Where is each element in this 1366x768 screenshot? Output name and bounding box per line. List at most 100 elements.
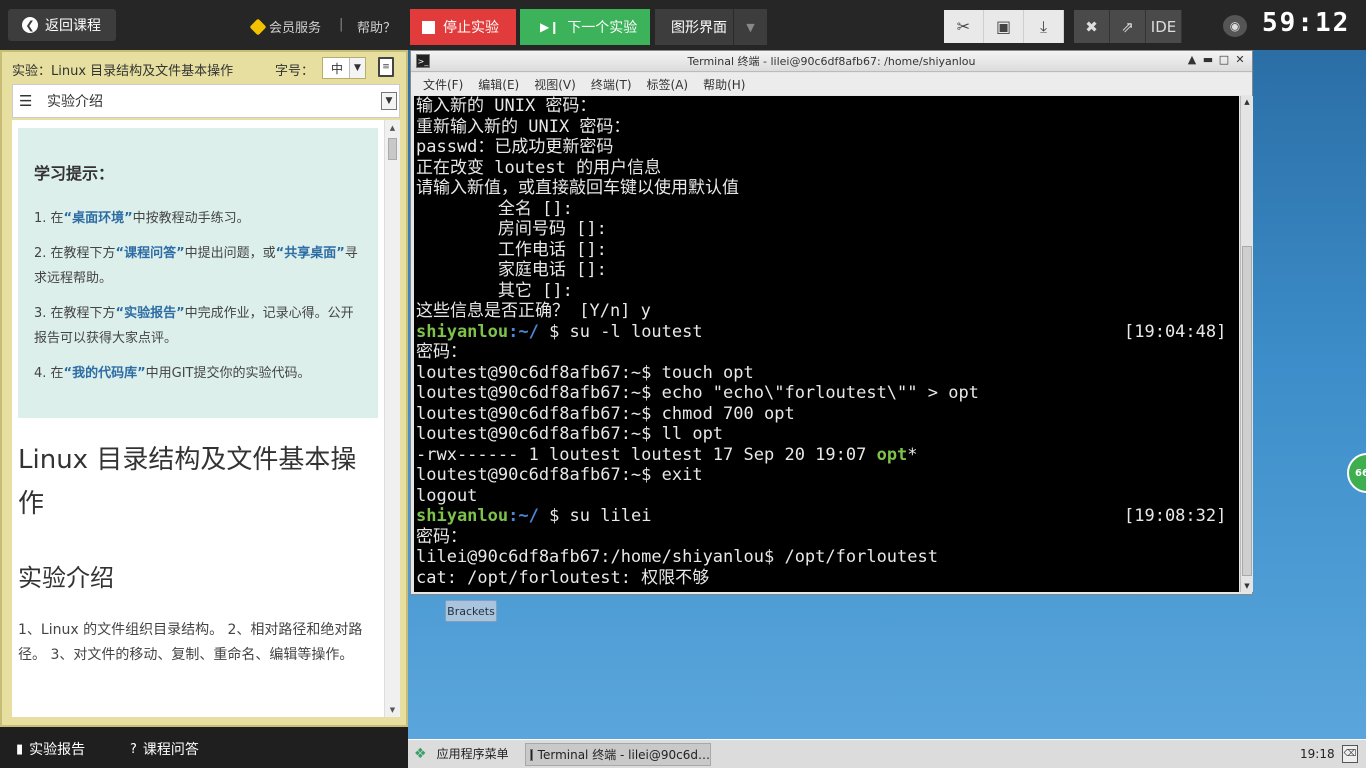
font-size-label: 字号： [275, 64, 315, 79]
menu-view[interactable]: 视图(V) [534, 76, 576, 93]
menu-terminal[interactable]: 终端(T) [591, 76, 632, 93]
tip-item: 3. 在教程下方“实验报告”中完成作业，记录心得。公开报告可以获得大家点评。 [34, 301, 362, 351]
terminal-line: 全名 []: [416, 198, 573, 219]
menu-file[interactable]: 文件(F) [423, 76, 463, 93]
stop-lab-button[interactable]: 停止实验 [410, 9, 516, 45]
terminal-app-icon[interactable]: >_ [416, 54, 430, 68]
diamond-icon [249, 18, 267, 35]
font-size-select[interactable]: 中 ▼ [322, 57, 366, 79]
top-bar: ❮ 返回课程 会员服务 | 帮助？ 停止实验 ▶❙ 下一个实验 图形界面 ▼ ✂… [0, 0, 1366, 50]
external-link-icon[interactable]: ⇗ [1110, 10, 1146, 43]
terminal-window[interactable]: >_ Terminal 终端 - lilei@90c6df8afb67: /ho… [410, 50, 1253, 595]
scroll-thumb[interactable] [1242, 246, 1252, 576]
shrink-icon[interactable]: ✖ [1074, 10, 1110, 43]
lab-report-button[interactable]: ▮ 实验报告 [16, 739, 85, 759]
scroll-thumb[interactable] [388, 138, 397, 160]
download-icon[interactable]: ⤓ [1024, 10, 1064, 43]
content-scrollbar[interactable]: ▲ ▼ [384, 120, 400, 717]
lab-report-label: 实验报告 [29, 742, 86, 758]
screen-share-icon[interactable]: ▣ [984, 10, 1024, 43]
gui-mode-select[interactable]: 图形界面 ▼ [655, 9, 767, 45]
scroll-up-icon[interactable]: ▲ [385, 120, 400, 135]
back-to-course-button[interactable]: ❮ 返回课程 [8, 9, 116, 41]
scroll-down-icon[interactable]: ▼ [385, 702, 400, 717]
prompt-timestamp: [19:04:48] [1124, 321, 1227, 342]
chevron-down-icon[interactable]: ▼ [733, 9, 767, 45]
next-icon: ▶❙ [540, 20, 560, 34]
menu-tabs[interactable]: 标签(A) [647, 76, 689, 93]
terminal-line: 正在改变 loutest 的用户信息 [416, 157, 662, 178]
brackets-desktop-icon[interactable]: Brackets [445, 600, 497, 622]
terminal-title: Terminal 终端 - lilei@90c6df8afb67: /home/… [687, 55, 976, 68]
remote-desktop[interactable]: >_ Terminal 终端 - lilei@90c6df8afb67: /ho… [408, 50, 1366, 739]
vip-service-link[interactable]: 会员服务 [249, 17, 322, 36]
prompt-path: :~/ [508, 321, 539, 342]
next-lab-button[interactable]: ▶❙ 下一个实验 [520, 9, 650, 45]
terminal-prompt-line: shiyanlou:~/ $ su -l loutest [19:04:48] [416, 322, 1239, 343]
document-icon[interactable]: ≡ [378, 57, 394, 77]
terminal-menubar: 文件(F) 编辑(E) 视图(V) 终端(T) 标签(A) 帮助(H) [411, 73, 1252, 95]
tip-text: 4. 在 [34, 366, 64, 381]
learning-tips-box: 学习提示： 1. 在“桌面环境”中按教程动手练习。 2. 在教程下方“课程问答”… [18, 128, 378, 418]
question-icon: ? [130, 741, 137, 757]
intro-paragraph: 1、Linux 的文件组织目录结构。 2、相对路径和绝对路径。 3、对文件的移动… [18, 622, 363, 663]
prompt-command: $ su lilei [538, 506, 652, 526]
terminal-scrollbar[interactable]: ▲ ▼ [1240, 96, 1253, 592]
taskbar-terminal-item[interactable]: Terminal 终端 - lilei@90c6d… [525, 743, 711, 766]
ide-button[interactable]: IDE [1146, 10, 1182, 43]
help-link[interactable]: 帮助？ [357, 17, 396, 36]
tip-item: 1. 在“桌面环境”中按教程动手练习。 [34, 206, 362, 231]
gui-mode-value: 图形界面 [671, 20, 727, 36]
terminal-line: 房间号码 []: [416, 219, 607, 239]
toolbar-dark: ✖ ⇗ IDE [1074, 10, 1182, 43]
tip-text: 2. 在教程下方 [34, 246, 116, 261]
scissors-icon[interactable]: ✂ [944, 10, 984, 43]
stop-label: 停止实验 [443, 20, 499, 36]
terminal-line: 输入新的 UNIX 密码： [416, 96, 597, 116]
list-icon: ☰ [19, 92, 33, 110]
trash-icon[interactable]: ⌫ [1342, 745, 1358, 763]
tips-heading: 学习提示： [34, 164, 115, 183]
ls-details: -rwx------ 1 loutest loutest 17 Sep 20 1… [416, 444, 877, 465]
scroll-up-icon[interactable]: ▲ [1241, 96, 1253, 108]
shade-icon[interactable]: ▲ [1184, 53, 1200, 66]
vip-label: 会员服务 [269, 21, 322, 36]
eye-icon[interactable]: ◉ [1223, 15, 1247, 37]
prompt-path: :~/ [508, 506, 539, 526]
ls-suffix: * [907, 444, 918, 465]
section-select[interactable]: ☰ 实验介绍 ▼ [12, 84, 400, 118]
terminal-line: 家庭电话 []: [416, 260, 607, 280]
terminal-line: cat: /opt/forloutest: 权限不够 [416, 567, 710, 588]
clock: 19:18 [1300, 747, 1335, 761]
terminal-line: lilei@90c6df8afb67:/home/shiyanlou$ /opt… [416, 547, 938, 567]
terminal-line: passwd：已成功更新密码 [416, 137, 614, 157]
tip-text: 1. 在 [34, 211, 64, 226]
section-heading: 实验介绍 [18, 564, 114, 592]
terminal-output[interactable]: 输入新的 UNIX 密码： 重新输入新的 UNIX 密码： passwd：已成功… [414, 96, 1239, 592]
applications-menu-label: 应用程序菜单 [436, 747, 509, 761]
tip-highlight: “我的代码库” [63, 366, 146, 381]
menu-help[interactable]: 帮助(H) [703, 76, 745, 93]
terminal-titlebar[interactable]: >_ Terminal 终端 - lilei@90c6df8afb67: /ho… [411, 51, 1252, 72]
tip-highlight: “桌面环境” [63, 211, 133, 226]
prompt-user: shiyanlou [416, 506, 509, 526]
tutorial-panel: 实验：Linux 目录结构及文件基本操作 字号： 中 ▼ ≡ ☰ 实验介绍 ▼ … [0, 50, 408, 727]
section-value: 实验介绍 [47, 94, 103, 110]
terminal-ls-line: -rwx------ 1 loutest loutest 17 Sep 20 1… [416, 445, 1239, 466]
close-icon[interactable]: ✕ [1232, 53, 1248, 66]
floating-badge[interactable]: 66 [1347, 453, 1366, 493]
prompt-command: $ su -l loutest [538, 321, 703, 342]
toolbar-light: ✂ ▣ ⤓ [944, 10, 1064, 43]
bottom-bar: ▮ 实验报告 ? 课程问答 [0, 727, 408, 768]
menu-edit[interactable]: 编辑(E) [478, 76, 519, 93]
scroll-down-icon[interactable]: ▼ [1241, 580, 1253, 592]
maximize-icon[interactable]: □ [1216, 53, 1232, 66]
lab-title: 实验：Linux 目录结构及文件基本操作 [12, 64, 234, 79]
terminal-line: 这些信息是否正确？ [Y/n] y [416, 301, 651, 321]
taskbar-task-label: Terminal 终端 - lilei@90c6d… [537, 748, 710, 762]
applications-menu[interactable]: ❖ 应用程序菜单 [414, 745, 509, 762]
terminal-app-icon [530, 748, 533, 761]
course-qa-button[interactable]: ? 课程问答 [130, 739, 199, 759]
minimize-icon[interactable]: ▬ [1200, 53, 1216, 66]
terminal-line: 其它 []: [416, 280, 573, 301]
